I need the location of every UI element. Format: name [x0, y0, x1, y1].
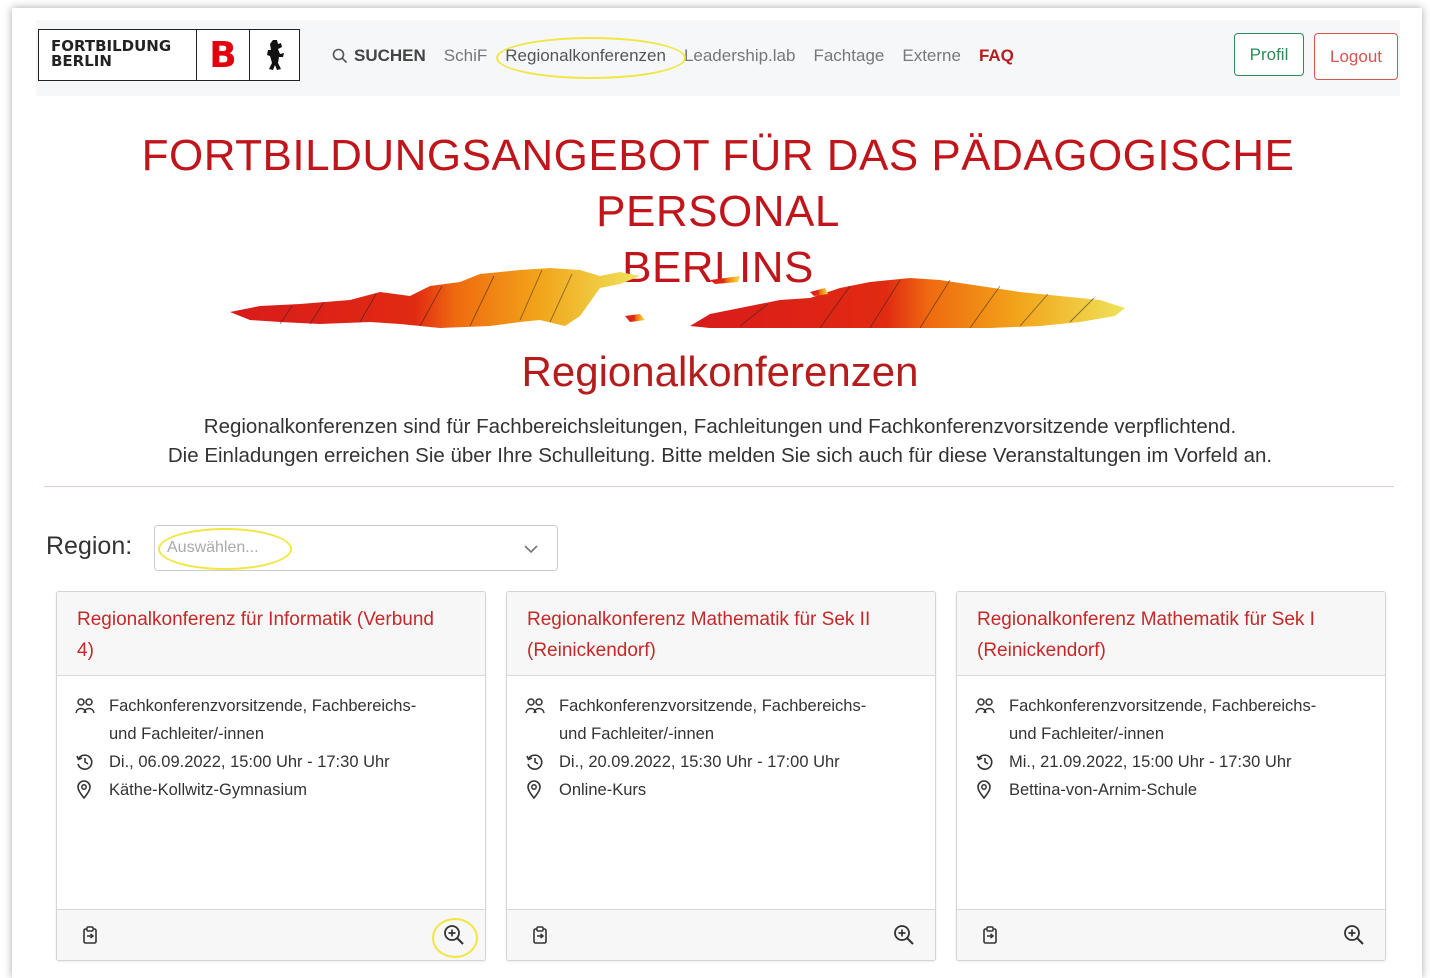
- people-icon: [75, 692, 109, 720]
- clipboard-icon[interactable]: [81, 926, 99, 949]
- card-title-line2: 4): [77, 640, 94, 661]
- region-label: Region:: [46, 532, 133, 560]
- location-row: Bettina-von-Arnim-Schule: [975, 776, 1367, 804]
- card-title-line1: Regionalkonferenz Mathematik für Sek I: [977, 609, 1315, 630]
- section-title: Regionalkonferenzen: [521, 348, 919, 395]
- card-footer: [507, 909, 935, 960]
- audience-line2: und Fachleiter/-innen: [559, 725, 715, 743]
- map-pin-icon: [75, 776, 109, 804]
- logo-text-line2: BERLIN: [51, 52, 112, 70]
- nav-fachtage[interactable]: Fachtage: [813, 46, 884, 66]
- history-clock-icon: [525, 748, 559, 776]
- audience-line1: Fachkonferenzvorsitzende, Fachbereichs-: [109, 697, 417, 715]
- nav-externe[interactable]: Externe: [902, 46, 961, 66]
- nav-leadership-lab[interactable]: Leadership.lab: [684, 46, 796, 66]
- clipboard-icon[interactable]: [981, 926, 999, 949]
- divider: [44, 486, 1394, 487]
- card-title[interactable]: Regionalkonferenz Mathematik für Sek II …: [507, 592, 935, 676]
- card-title-line2: (Reinickendorf): [977, 640, 1106, 661]
- description-line2: Die Einladungen erreichen Sie über Ihre …: [167, 444, 1273, 467]
- nav-search-label: SUCHEN: [354, 46, 426, 65]
- search-icon: [332, 48, 348, 64]
- world-map-banner: [230, 268, 1125, 329]
- card-title-line2: (Reinickendorf): [527, 640, 656, 661]
- location-row: Online-Kurs: [525, 776, 917, 804]
- site-logo[interactable]: FORTBILDUNG BERLIN B: [38, 29, 300, 81]
- audience-line2: und Fachleiter/-innen: [1009, 725, 1165, 743]
- logo-text: FORTBILDUNG BERLIN: [39, 30, 197, 80]
- berlin-bear-icon: [250, 30, 299, 80]
- event-card[interactable]: Regionalkonferenz für Informatik (Verbun…: [56, 591, 486, 961]
- card-body: Fachkonferenzvorsitzende, Fachbereichs-u…: [507, 676, 935, 804]
- history-clock-icon: [75, 748, 109, 776]
- logo-letter: B: [197, 30, 250, 80]
- audience-line1: Fachkonferenzvorsitzende, Fachbereichs-: [559, 697, 867, 715]
- history-clock-icon: [975, 748, 1009, 776]
- datetime-row: Di., 06.09.2022, 15:00 Uhr - 17:30 Uhr: [75, 748, 467, 776]
- location-row: Käthe-Kollwitz-Gymnasium: [75, 776, 467, 804]
- datetime-text: Mi., 21.09.2022, 15:00 Uhr - 17:30 Uhr: [1009, 753, 1292, 771]
- description-line1: Regionalkonferenzen sind für Fachbereich…: [203, 415, 1237, 438]
- datetime-row: Di., 20.09.2022, 15:30 Uhr - 17:00 Uhr: [525, 748, 917, 776]
- clipboard-icon[interactable]: [531, 926, 549, 949]
- highlight-ring-zoom: [432, 918, 478, 958]
- nav-schif[interactable]: SchiF: [444, 46, 487, 66]
- map-pin-icon: [975, 776, 1009, 804]
- location-text: Bettina-von-Arnim-Schule: [1009, 781, 1197, 799]
- audience-line2: und Fachleiter/-innen: [109, 725, 265, 743]
- location-text: Online-Kurs: [559, 781, 647, 799]
- nav-search[interactable]: SUCHEN: [332, 46, 426, 66]
- card-body: Fachkonferenzvorsitzende, Fachbereichs-u…: [57, 676, 485, 804]
- audience-line1: Fachkonferenzvorsitzende, Fachbereichs-: [1009, 697, 1317, 715]
- card-footer: [57, 909, 485, 960]
- location-text: Käthe-Kollwitz-Gymnasium: [109, 781, 308, 799]
- card-title[interactable]: Regionalkonferenz für Informatik (Verbun…: [57, 592, 485, 676]
- map-pin-icon: [525, 776, 559, 804]
- nav-faq[interactable]: FAQ: [979, 46, 1014, 66]
- audience-row: Fachkonferenzvorsitzende, Fachbereichs-u…: [75, 692, 467, 748]
- datetime-text: Di., 20.09.2022, 15:30 Uhr - 17:00 Uhr: [559, 753, 840, 771]
- card-title-line1: Regionalkonferenz Mathematik für Sek II: [527, 609, 871, 630]
- datetime-text: Di., 06.09.2022, 15:00 Uhr - 17:30 Uhr: [109, 753, 390, 771]
- card-footer: [957, 909, 1385, 960]
- page-title-line1: FORTBILDUNGSANGEBOT FÜR DAS PÄDAGOGISCHE…: [141, 131, 1295, 236]
- chevron-down-icon: [524, 545, 538, 554]
- logout-button[interactable]: Logout: [1314, 33, 1398, 80]
- zoom-in-icon[interactable]: [893, 924, 915, 951]
- section-description: Regionalkonferenzen sind für Fachbereich…: [40, 412, 1400, 470]
- audience-row: Fachkonferenzvorsitzende, Fachbereichs-u…: [975, 692, 1367, 748]
- audience-row: Fachkonferenzvorsitzende, Fachbereichs-u…: [525, 692, 917, 748]
- profil-button[interactable]: Profil: [1234, 33, 1304, 76]
- people-icon: [525, 692, 559, 720]
- zoom-in-icon[interactable]: [1343, 924, 1365, 951]
- datetime-row: Mi., 21.09.2022, 15:00 Uhr - 17:30 Uhr: [975, 748, 1367, 776]
- highlight-ring-region: [158, 528, 292, 570]
- people-icon: [975, 692, 1009, 720]
- card-title[interactable]: Regionalkonferenz Mathematik für Sek I (…: [957, 592, 1385, 676]
- event-card[interactable]: Regionalkonferenz Mathematik für Sek II …: [506, 591, 936, 961]
- card-title-line1: Regionalkonferenz für Informatik (Verbun…: [77, 609, 434, 630]
- card-body: Fachkonferenzvorsitzende, Fachbereichs-u…: [957, 676, 1385, 804]
- highlight-ring-nav: [496, 37, 686, 79]
- event-card[interactable]: Regionalkonferenz Mathematik für Sek I (…: [956, 591, 1386, 961]
